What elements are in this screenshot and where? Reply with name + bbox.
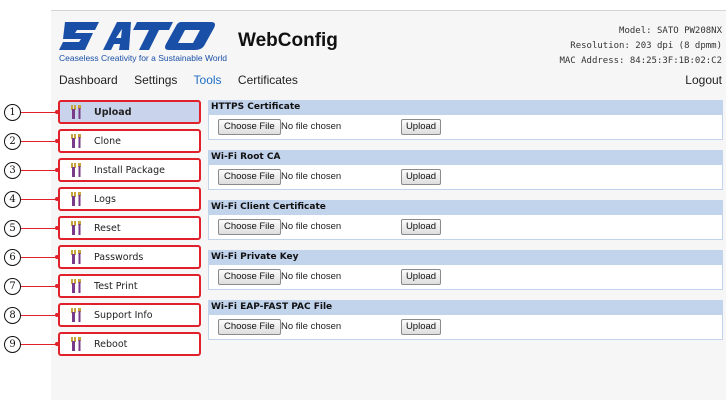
tools-icon	[70, 134, 82, 148]
callout-connector	[21, 226, 59, 230]
menu-item-clone[interactable]: Clone	[58, 129, 201, 153]
file-status-text: No file chosen	[281, 171, 342, 182]
callout-connector	[21, 284, 59, 288]
choose-file-button[interactable]: Choose File	[218, 169, 281, 185]
callout-connector	[21, 255, 59, 259]
choose-file-button[interactable]: Choose File	[218, 119, 281, 135]
cert-section: Wi-Fi EAP-FAST PAC File Choose File No fil…	[208, 300, 723, 342]
file-status-text: No file chosen	[281, 121, 342, 132]
menu-item-support-info[interactable]: Support Info	[58, 303, 201, 327]
menu-item-label: Install Package	[94, 164, 165, 176]
cert-section-title: HTTPS Certificate	[208, 100, 723, 115]
callout-number: 7	[4, 278, 21, 295]
callout-number: 3	[4, 162, 21, 179]
callout-number: 2	[4, 133, 21, 150]
app-title: WebConfig	[238, 30, 338, 51]
menu-item-reset[interactable]: Reset	[58, 216, 201, 240]
resolution-text: Resolution: 203 dpi (8 dpmm)	[570, 41, 722, 51]
nav-settings[interactable]: Settings	[134, 73, 177, 87]
callout-connector	[21, 342, 59, 346]
callout-number: 1	[4, 104, 21, 121]
brand-tagline: Ceaseless Creativity for a Sustainable W…	[59, 53, 228, 63]
choose-file-button[interactable]: Choose File	[218, 319, 281, 335]
cert-section-body: Choose File No file chosen Upload	[208, 165, 723, 190]
cert-section-title: Wi-Fi Client Certificate	[208, 200, 723, 215]
cert-section-body: Choose File No file chosen Upload	[208, 215, 723, 240]
tools-icon	[70, 163, 82, 177]
cert-section-body: Choose File No file chosen Upload	[208, 115, 723, 140]
callout-connector	[21, 168, 59, 172]
choose-file-button[interactable]: Choose File	[218, 219, 281, 235]
file-status-text: No file chosen	[281, 221, 342, 232]
tools-icon	[70, 250, 82, 264]
file-status-text: No file chosen	[281, 321, 342, 332]
tools-icon	[70, 105, 82, 119]
nav-certificates[interactable]: Certificates	[238, 73, 298, 87]
upload-button[interactable]: Upload	[401, 169, 441, 185]
tools-icon	[70, 308, 82, 322]
nav-tools[interactable]: Tools	[194, 73, 222, 87]
upload-button[interactable]: Upload	[401, 319, 441, 335]
menu-item-label: Passwords	[94, 251, 144, 263]
mac-address-text: MAC Address: 84:25:3F:1B:02:C2	[559, 56, 722, 66]
cert-section: Wi-Fi Client Certificate Choose File No fi…	[208, 200, 723, 242]
menu-item-label: Support Info	[94, 309, 153, 321]
menu-item-logs[interactable]: Logs	[58, 187, 201, 211]
callout-number: 8	[4, 307, 21, 324]
logout-link[interactable]: Logout	[685, 73, 722, 87]
callout-number: 9	[4, 336, 21, 353]
callout-number: 5	[4, 220, 21, 237]
menu-item-label: Test Print	[94, 280, 138, 292]
menu-item-test-print[interactable]: Test Print	[58, 274, 201, 298]
callout-connector	[21, 313, 59, 317]
cert-section-title: Wi-Fi EAP-FAST PAC File	[208, 300, 723, 315]
cert-section-title: Wi-Fi Root CA	[208, 150, 723, 165]
model-text: Model: SATO PW208NX	[619, 26, 722, 36]
upload-button[interactable]: Upload	[401, 269, 441, 285]
tools-icon	[70, 337, 82, 351]
menu-item-passwords[interactable]: Passwords	[58, 245, 201, 269]
cert-section: Wi-Fi Private Key Choose File No file chos…	[208, 250, 723, 292]
cert-section-title: Wi-Fi Private Key	[208, 250, 723, 265]
tools-icon	[70, 279, 82, 293]
tools-icon	[70, 221, 82, 235]
cert-section: Wi-Fi Root CA Choose File No file chosen Up…	[208, 150, 723, 192]
device-info: Model: SATO PW208NX Resolution: 203 dpi …	[559, 24, 722, 69]
cert-section-body: Choose File No file chosen Upload	[208, 265, 723, 290]
cert-section-body: Choose File No file chosen Upload	[208, 315, 723, 340]
choose-file-button[interactable]: Choose File	[218, 269, 281, 285]
upload-button[interactable]: Upload	[401, 219, 441, 235]
tools-icon	[70, 192, 82, 206]
menu-item-upload[interactable]: Upload	[58, 100, 201, 124]
menu-item-install-package[interactable]: Install Package	[58, 158, 201, 182]
callout-number: 6	[4, 249, 21, 266]
top-nav: Dashboard Settings Tools Certificates	[59, 73, 311, 87]
menu-item-label: Logs	[94, 193, 116, 205]
callout-number: 4	[4, 191, 21, 208]
callout-connector	[21, 197, 59, 201]
callout-connector	[21, 139, 59, 143]
callout-connector	[21, 110, 59, 114]
menu-item-label: Reboot	[94, 338, 128, 350]
menu-item-label: Clone	[94, 135, 121, 147]
file-status-text: No file chosen	[281, 271, 342, 282]
upload-button[interactable]: Upload	[401, 119, 441, 135]
menu-item-label: Upload	[94, 106, 132, 118]
nav-dashboard[interactable]: Dashboard	[59, 73, 118, 87]
menu-item-label: Reset	[94, 222, 121, 234]
cert-section: HTTPS Certificate Choose File No file chos…	[208, 100, 723, 142]
menu-item-reboot[interactable]: Reboot	[58, 332, 201, 356]
